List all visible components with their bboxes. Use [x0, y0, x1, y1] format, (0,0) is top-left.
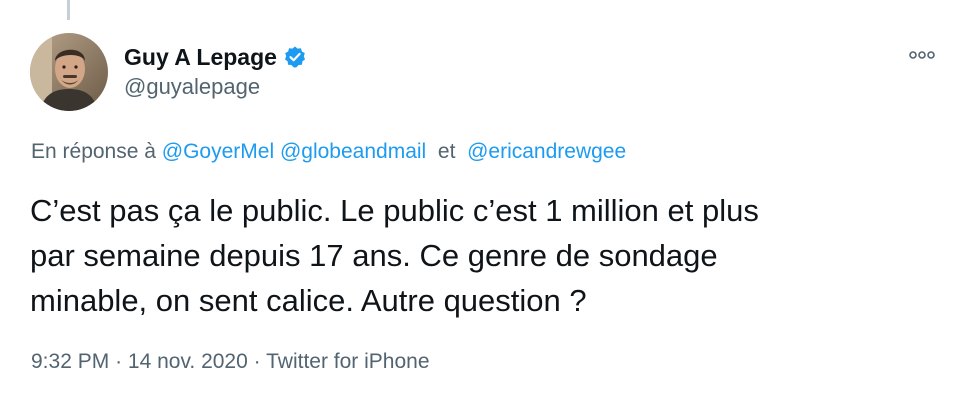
more-options-icon[interactable]: [908, 44, 936, 66]
author-block: Guy A Lepage @guyalepage: [124, 42, 307, 100]
verified-badge-icon: [283, 45, 307, 69]
reply-context: En réponse à @GoyerMel @globeandmail et …: [31, 140, 626, 164]
mention-link-ericandrewgee[interactable]: @ericandrewgee: [467, 140, 626, 163]
meta-separator: ·: [115, 350, 123, 373]
tweet-metadata: 9:32 PM · 14 nov. 2020 · Twitter for iPh…: [31, 350, 430, 374]
author-handle[interactable]: @guyalepage: [124, 74, 307, 100]
author-display-name[interactable]: Guy A Lepage: [124, 44, 277, 71]
tweet-text: C’est pas ça le public. Le public c’est …: [30, 188, 930, 323]
author-name-row: Guy A Lepage: [124, 42, 307, 72]
meta-separator: ·: [253, 350, 261, 373]
reply-prefix: En réponse à: [31, 140, 156, 163]
avatar[interactable]: [30, 33, 108, 111]
tweet-time[interactable]: 9:32 PM: [31, 350, 109, 373]
tweet-date[interactable]: 14 nov. 2020: [128, 350, 248, 373]
reply-separator: et: [437, 140, 456, 163]
tweet-text-line: C’est pas ça le public. Le public c’est …: [30, 193, 759, 228]
tweet-text-line: minable, on sent calice. Autre question …: [30, 283, 587, 318]
mention-link-globeandmail[interactable]: @globeandmail: [280, 140, 426, 163]
tweet-text-line: par semaine depuis 17 ans. Ce genre de s…: [30, 238, 718, 273]
mention-link-goyermel[interactable]: @GoyerMel: [162, 140, 274, 163]
tweet-source[interactable]: Twitter for iPhone: [266, 350, 429, 373]
tweet: Guy A Lepage @guyalepage En réponse à @G…: [0, 0, 966, 402]
